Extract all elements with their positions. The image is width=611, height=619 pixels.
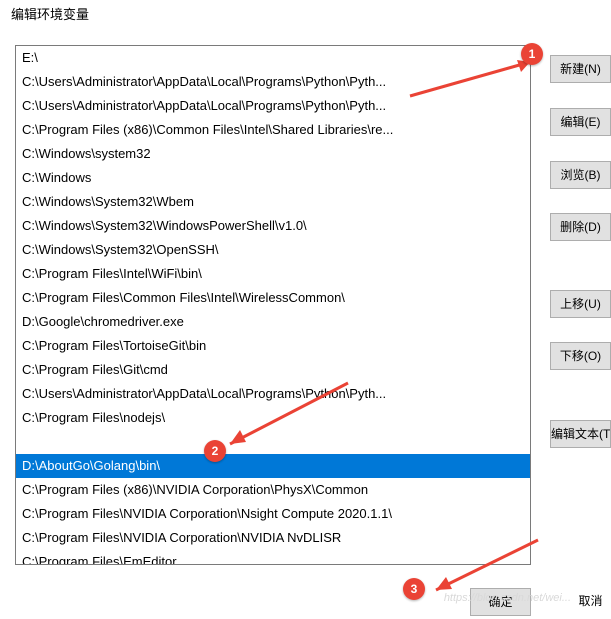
path-list-item[interactable]: C:\Windows\system32: [16, 142, 530, 166]
path-list-item[interactable]: E:\: [16, 46, 530, 70]
move-up-button[interactable]: 上移(U): [550, 290, 611, 318]
move-down-button[interactable]: 下移(O): [550, 342, 611, 370]
annotation-badge-2: 2: [204, 440, 226, 462]
path-list-item[interactable]: D:\AboutGo\Golang\bin\: [16, 454, 530, 478]
path-list-item[interactable]: C:\Windows: [16, 166, 530, 190]
path-list-item[interactable]: [16, 430, 530, 454]
path-list-item[interactable]: C:\Program Files\nodejs\: [16, 406, 530, 430]
path-list-item[interactable]: C:\Program Files\NVIDIA Corporation\Nsig…: [16, 502, 530, 526]
annotation-badge-3: 3: [403, 578, 425, 600]
path-list-item[interactable]: C:\Program Files\Intel\WiFi\bin\: [16, 262, 530, 286]
edit-button[interactable]: 编辑(E): [550, 108, 611, 136]
path-list-item[interactable]: C:\Program Files\NVIDIA Corporation\NVID…: [16, 526, 530, 550]
path-list-item[interactable]: C:\Program Files\Git\cmd: [16, 358, 530, 382]
path-list-item[interactable]: C:\Program Files (x86)\NVIDIA Corporatio…: [16, 478, 530, 502]
path-list-item[interactable]: C:\Program Files (x86)\Common Files\Inte…: [16, 118, 530, 142]
path-listbox[interactable]: E:\C:\Users\Administrator\AppData\Local\…: [15, 45, 531, 565]
path-list-item[interactable]: C:\Program Files\Common Files\Intel\Wire…: [16, 286, 530, 310]
new-button[interactable]: 新建(N): [550, 55, 611, 83]
annotation-badge-1: 1: [521, 43, 543, 65]
path-list-item[interactable]: C:\Program Files\EmEditor: [16, 550, 530, 565]
path-list-item[interactable]: C:\Windows\System32\WindowsPowerShell\v1…: [16, 214, 530, 238]
delete-button[interactable]: 删除(D): [550, 213, 611, 241]
path-list-item[interactable]: C:\Windows\System32\Wbem: [16, 190, 530, 214]
path-list-item[interactable]: C:\Windows\System32\OpenSSH\: [16, 238, 530, 262]
path-list-item[interactable]: C:\Users\Administrator\AppData\Local\Pro…: [16, 94, 530, 118]
path-list-item[interactable]: C:\Users\Administrator\AppData\Local\Pro…: [16, 70, 530, 94]
path-list-item[interactable]: C:\Users\Administrator\AppData\Local\Pro…: [16, 382, 530, 406]
path-list-item[interactable]: C:\Program Files\TortoiseGit\bin: [16, 334, 530, 358]
path-list-item[interactable]: D:\Google\chromedriver.exe: [16, 310, 530, 334]
browse-button[interactable]: 浏览(B): [550, 161, 611, 189]
edit-text-button[interactable]: 编辑文本(T): [550, 420, 611, 448]
watermark-text: https://blog.csdn.net/wei...: [444, 592, 571, 604]
window-title: 编辑环境变量: [11, 4, 89, 23]
